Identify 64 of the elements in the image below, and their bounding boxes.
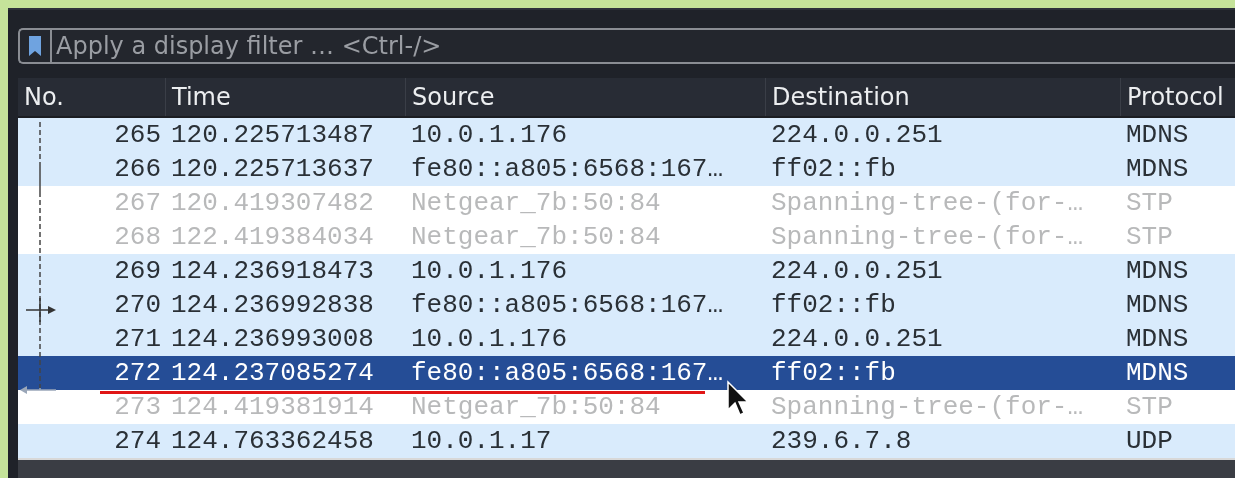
table-cell-text: 272 bbox=[113, 357, 162, 390]
table-cell-text: 124.236992838 bbox=[170, 289, 375, 322]
table-cell-text: 269 bbox=[113, 255, 162, 288]
table-cell-text: 265 bbox=[113, 119, 162, 152]
table-cell-text: 120.225713487 bbox=[170, 119, 375, 152]
table-cell-text: fe80::a805:6568:167… bbox=[410, 289, 725, 322]
table-cell-text: 124.763362458 bbox=[170, 425, 375, 458]
table-cell-text: 268 bbox=[113, 221, 162, 254]
packet-row[interactable]: 270 124.236992838 fe80::a805:6568:167… ff02::fb MDNS bbox=[18, 288, 1235, 322]
column-header[interactable]: Protocol bbox=[1120, 78, 1235, 116]
table-cell-text: ff02::fb bbox=[770, 289, 897, 322]
packet-row[interactable]: 266 120.225713637 fe80::a805:6568:167… ff02::fb MDNS bbox=[18, 152, 1235, 186]
table-cell-text: MDNS bbox=[1125, 119, 1190, 152]
bookmark-icon[interactable] bbox=[28, 35, 42, 57]
table-cell-text: ff02::fb bbox=[770, 153, 897, 186]
table-cell-text: 124.236918473 bbox=[170, 255, 375, 288]
table-cell-text: 224.0.0.251 bbox=[770, 323, 944, 356]
table-cell-text: 124.236993008 bbox=[170, 323, 375, 356]
table-cell-text: 10.0.1.176 bbox=[410, 255, 569, 288]
table-cell-text: 271 bbox=[113, 323, 162, 356]
column-header[interactable]: Time bbox=[165, 78, 405, 116]
table-cell-text: 266 bbox=[113, 153, 162, 186]
table-cell-text: fe80::a805:6568:167… bbox=[410, 357, 725, 390]
table-cell-text: Netgear_7b:50:84 bbox=[410, 221, 662, 254]
table-cell-text: UDP bbox=[1125, 425, 1174, 458]
packet-row[interactable]: 271 124.236993008 10.0.1.176 224.0.0.251 MDNS bbox=[18, 322, 1235, 356]
table-cell-text: 224.0.0.251 bbox=[770, 119, 944, 152]
horizontal-scrollbar[interactable] bbox=[18, 458, 1235, 478]
table-cell-text: 10.0.1.17 bbox=[410, 425, 553, 458]
table-cell-text: MDNS bbox=[1125, 323, 1190, 356]
table-cell-text: Netgear_7b:50:84 bbox=[410, 187, 662, 220]
table-cell-text: 239.6.7.8 bbox=[770, 425, 913, 458]
table-cell-text: 122.419384034 bbox=[170, 221, 375, 254]
table-cell-text: Spanning-tree-(for-… bbox=[770, 187, 1085, 220]
packet-row[interactable]: 269 124.236918473 10.0.1.176 224.0.0.251 MDNS bbox=[18, 254, 1235, 288]
table-cell-text: 274 bbox=[113, 425, 162, 458]
table-cell-text: STP bbox=[1125, 221, 1174, 254]
table-cell-text: ff02::fb bbox=[770, 357, 897, 390]
table-cell-text: MDNS bbox=[1125, 289, 1190, 322]
table-cell-text: 10.0.1.176 bbox=[410, 323, 569, 356]
table-cell-text: MDNS bbox=[1125, 153, 1190, 186]
table-cell-text: 124.237085274 bbox=[170, 357, 375, 390]
column-header[interactable]: Source bbox=[405, 78, 765, 116]
table-cell-text: 270 bbox=[113, 289, 162, 322]
table-cell-text: STP bbox=[1125, 391, 1174, 424]
table-cell-text: Spanning-tree-(for-… bbox=[770, 391, 1085, 424]
table-cell-text: Spanning-tree-(for-… bbox=[770, 221, 1085, 254]
table-cell-text: 224.0.0.251 bbox=[770, 255, 944, 288]
column-header[interactable]: No. bbox=[18, 78, 165, 116]
packet-row[interactable]: 272 124.237085274 fe80::a805:6568:167… ff02::fb MDNS bbox=[18, 356, 1235, 390]
packet-row[interactable]: 274 124.763362458 10.0.1.17 239.6.7.8 UDP bbox=[18, 424, 1235, 458]
table-cell-text: 10.0.1.176 bbox=[410, 119, 569, 152]
table-cell-text: 124.419381914 bbox=[170, 391, 375, 424]
table-cell-text: MDNS bbox=[1125, 357, 1190, 390]
table-cell-text: STP bbox=[1125, 187, 1174, 220]
column-header[interactable]: Destination bbox=[765, 78, 1120, 116]
table-cell-text: 267 bbox=[113, 187, 162, 220]
table-cell-text: 273 bbox=[113, 391, 162, 424]
table-cell-text: fe80::a805:6568:167… bbox=[410, 153, 725, 186]
packet-row[interactable]: 265 120.225713487 10.0.1.176 224.0.0.251 MDNS bbox=[18, 118, 1235, 152]
table-cell-text: 120.225713637 bbox=[170, 153, 375, 186]
table-cell-text: Netgear_7b:50:84 bbox=[410, 391, 662, 424]
table-cell-text: MDNS bbox=[1125, 255, 1190, 288]
table-cell-text: 120.419307482 bbox=[170, 187, 375, 220]
